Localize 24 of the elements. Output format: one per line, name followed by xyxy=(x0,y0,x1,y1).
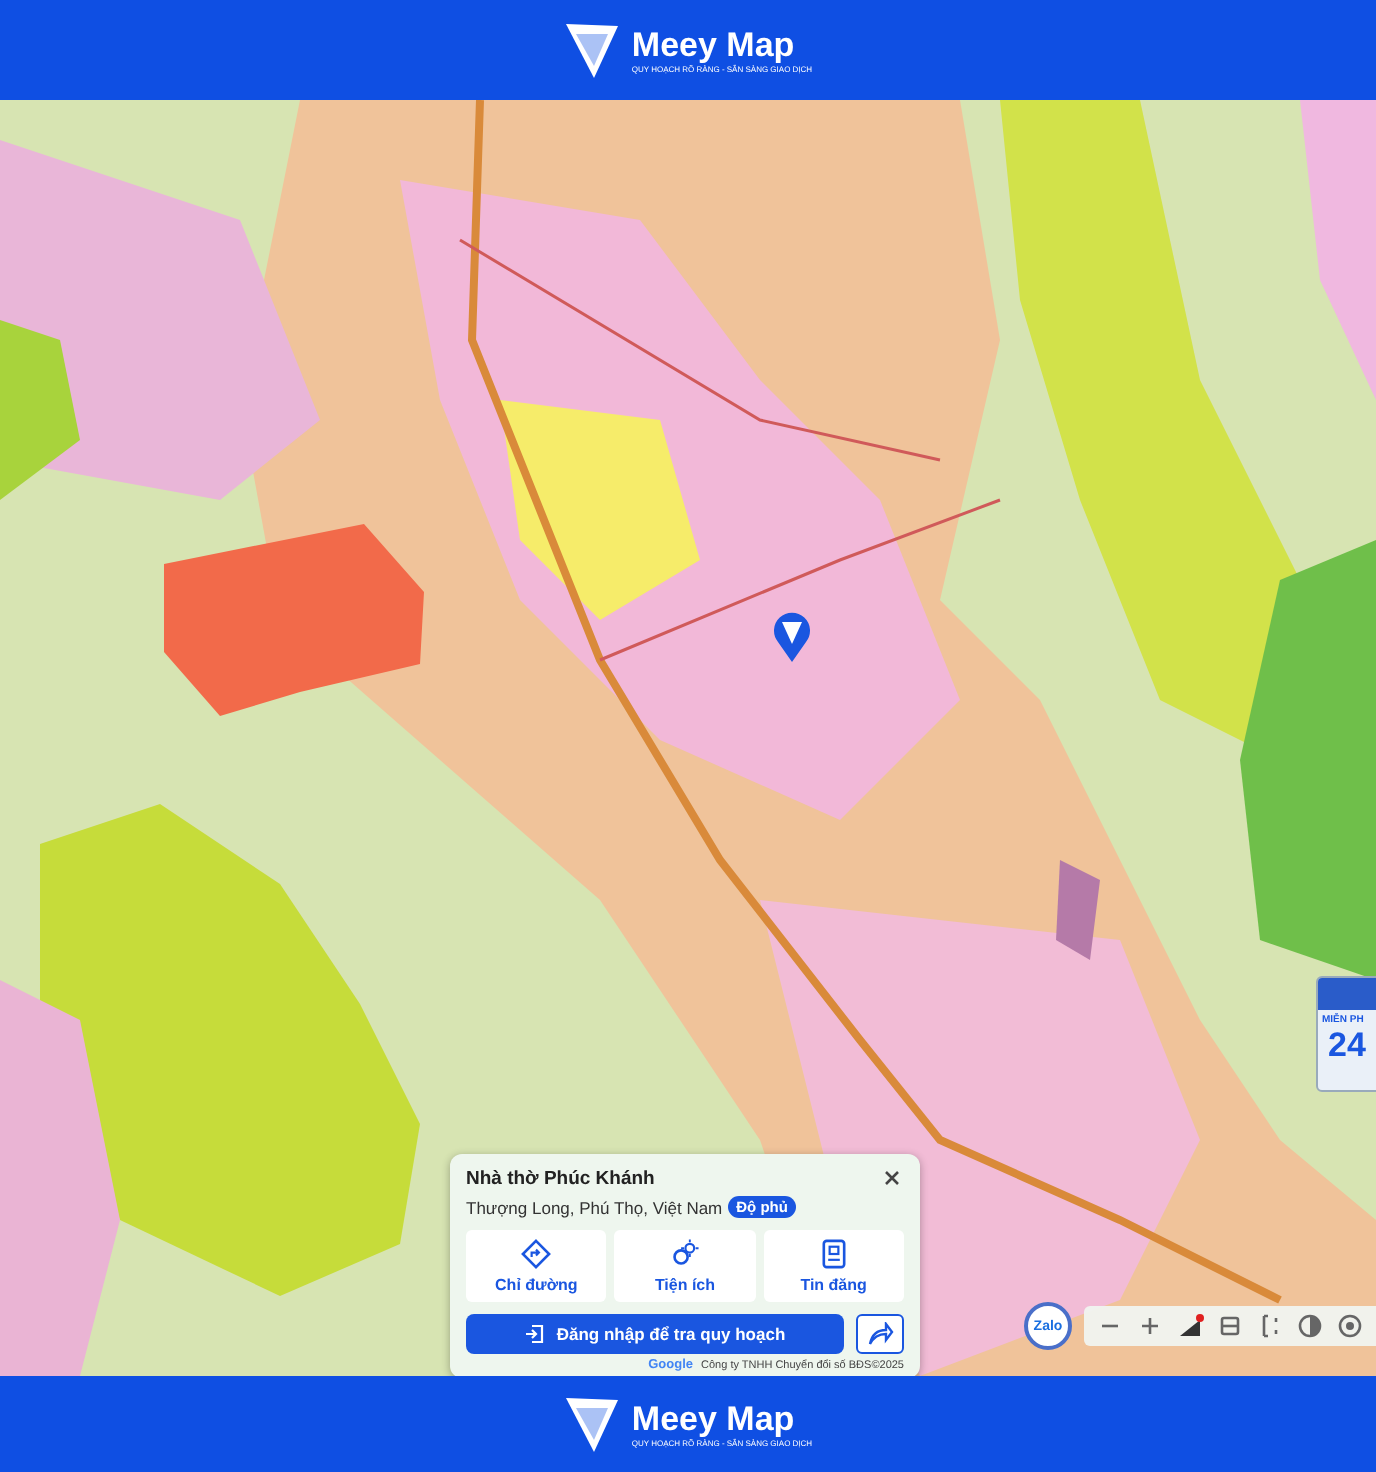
amenities-button[interactable]: Tiện ích xyxy=(614,1230,756,1302)
login-icon xyxy=(524,1324,545,1344)
login-button[interactable]: Đăng nhập để tra quy hoạch xyxy=(466,1314,844,1354)
place-title: Nhà thờ Phúc Khánh xyxy=(466,1167,655,1189)
location-pin-icon xyxy=(772,610,812,662)
zoom-in-icon xyxy=(1136,1312,1164,1340)
directions-icon xyxy=(520,1238,553,1270)
brand-name: Meey Map xyxy=(631,1399,797,1437)
locate-icon xyxy=(1336,1312,1364,1340)
contrast-icon xyxy=(1296,1312,1324,1340)
close-button[interactable] xyxy=(880,1166,904,1190)
share-button[interactable] xyxy=(856,1314,904,1354)
directions-button[interactable]: Chỉ đường xyxy=(466,1230,607,1302)
panel-icon xyxy=(1216,1312,1244,1340)
document-icon xyxy=(817,1238,850,1270)
logo-icon xyxy=(563,20,620,80)
listings-button[interactable]: Tin đăng xyxy=(763,1230,904,1302)
brand-name: Meey Map xyxy=(631,25,797,63)
place-address: Thượng Long, Phú Thọ, Việt Nam xyxy=(466,1197,723,1217)
logo-icon xyxy=(563,1394,620,1454)
promo-header xyxy=(1318,978,1376,1010)
share-icon xyxy=(866,1322,894,1346)
promo-value: 24 xyxy=(1328,1026,1366,1066)
close-icon xyxy=(880,1166,904,1190)
